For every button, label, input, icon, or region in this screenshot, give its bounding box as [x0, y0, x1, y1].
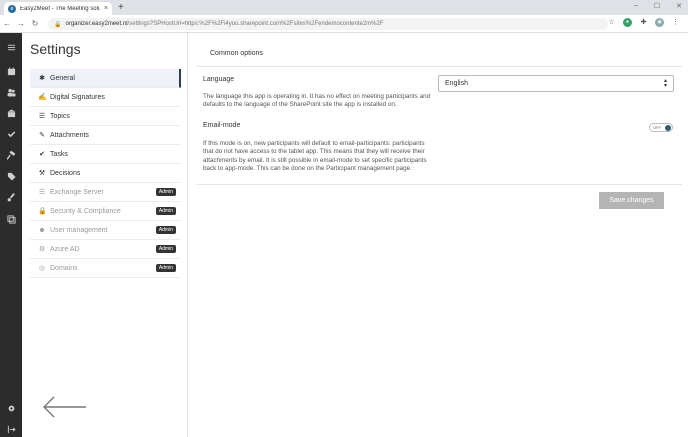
lock-icon: 🔒 — [38, 208, 47, 215]
email-mode-toggle[interactable]: OFF — [649, 123, 673, 132]
signature-icon: ✍ — [38, 94, 47, 101]
toggle-knob — [665, 125, 671, 131]
cogs-icon: ⚙ — [38, 246, 46, 253]
minimize-icon[interactable]: – — [634, 2, 638, 10]
sidebar-item-topics[interactable]: ☰ Topics — [30, 107, 181, 126]
back-arrow-icon[interactable] — [40, 393, 88, 421]
menu-icon[interactable] — [0, 39, 22, 55]
tab-common-options[interactable]: Common options — [210, 50, 263, 57]
tab-title: Easy2Meet - The Meeting soluti — [20, 5, 100, 12]
hammer-icon[interactable] — [0, 147, 22, 163]
check-icon[interactable] — [0, 126, 22, 142]
copy-icon[interactable] — [0, 211, 22, 227]
check-icon: ✔ — [39, 151, 45, 158]
language-select[interactable]: English ▴ ▾ — [438, 75, 674, 92]
close-tab-icon[interactable]: × — [104, 5, 108, 12]
admin-badge: Admin — [155, 188, 176, 196]
sidebar-item-exchange-server[interactable]: ☰ Exchange Server Admin — [30, 183, 181, 202]
sidebar-item-tasks[interactable]: ✔ Tasks — [30, 145, 181, 164]
admin-badge: Admin — [155, 245, 176, 253]
browser-tab[interactable]: e Easy2Meet - The Meeting soluti × — [4, 2, 112, 15]
sidebar-item-label: Topics — [50, 112, 70, 120]
divider — [197, 184, 682, 185]
window-controls: – ☐ ✕ — [634, 2, 682, 10]
sidebar-item-security-compliance[interactable]: 🔒 Security & Compliance Admin — [30, 202, 181, 221]
toggle-state-label: OFF — [653, 125, 661, 130]
sidebar-item-label: Security & Compliance — [50, 207, 121, 215]
sidebar-item-label: Tasks — [50, 150, 68, 158]
globe-icon: ◎ — [38, 265, 46, 272]
sidebar-item-attachments[interactable]: ✎ Attachments — [30, 126, 181, 145]
reload-icon[interactable]: ↻ — [28, 19, 42, 28]
list-icon: ☰ — [38, 113, 46, 120]
sidebar-item-domains[interactable]: ◎ Domains Admin — [30, 259, 181, 278]
page-title: Settings — [30, 41, 81, 57]
people-icon[interactable] — [0, 84, 22, 100]
sidebar-item-label: Exchange Server — [50, 188, 104, 196]
sidebar-item-digital-signatures[interactable]: ✍ Digital Signatures — [30, 88, 181, 107]
tag-icon[interactable] — [0, 168, 22, 184]
email-mode-description: If this mode is on, new participants wil… — [203, 140, 427, 172]
app-favicon-icon: e — [8, 4, 16, 13]
brush-icon[interactable] — [0, 189, 22, 205]
language-selected-value: English — [445, 80, 468, 87]
sidebar-item-general[interactable]: ✱ General — [30, 69, 181, 88]
settings-menu: ✱ General ✍ Digital Signatures ☰ Topics … — [30, 69, 181, 278]
select-caret-icon: ▴ ▾ — [663, 78, 667, 89]
admin-badge: Admin — [155, 264, 176, 272]
profile-avatar[interactable]: ◉ — [655, 18, 664, 27]
browser-menu-icon[interactable]: ⋮ — [671, 18, 680, 27]
divider — [197, 66, 682, 67]
sidebar-item-label: General — [50, 74, 75, 82]
forward-nav-icon[interactable]: → — [14, 19, 28, 28]
language-title: Language — [203, 76, 235, 83]
sidebar-item-decisions[interactable]: ⚒ Decisions — [30, 164, 181, 183]
users-icon: ☻ — [38, 226, 46, 234]
lock-icon: 🔒 — [54, 21, 62, 28]
building-icon[interactable] — [0, 105, 22, 121]
gavel-icon: ⚒ — [38, 170, 46, 177]
sidebar-item-label: Digital Signatures — [50, 93, 105, 101]
logout-icon[interactable] — [0, 421, 22, 437]
bookmark-star-icon[interactable]: ☆ — [607, 18, 616, 27]
url-text: organizer.easy2meet.nl/settings?SPHostUr… — [65, 21, 384, 27]
settings-icon[interactable] — [0, 400, 22, 416]
sidebar-item-label: Domains — [50, 264, 78, 272]
sidebar-item-label: Azure AD — [50, 245, 80, 253]
server-icon: ☰ — [38, 189, 46, 196]
app-navigation-rail — [0, 33, 22, 437]
settings-content: Common options Language The language thi… — [189, 33, 688, 437]
sidebar-item-user-management[interactable]: ☻ User management Admin — [30, 221, 181, 240]
extensions-puzzle-icon[interactable]: ✚ — [639, 18, 648, 27]
close-window-icon[interactable]: ✕ — [676, 2, 682, 10]
extension-green-icon[interactable]: ● — [623, 18, 632, 27]
settings-sidebar: Settings ✱ General ✍ Digital Signatures … — [22, 33, 188, 437]
url-input[interactable]: 🔒 organizer.easy2meet.nl/settings?SPHost… — [48, 18, 608, 30]
gear-icon: ✱ — [39, 75, 45, 82]
sidebar-item-label: Attachments — [50, 131, 89, 139]
back-nav-icon[interactable]: ← — [0, 19, 14, 28]
calendar-icon[interactable] — [0, 63, 22, 79]
save-button[interactable]: Save changes — [599, 192, 664, 209]
email-mode-title: Email-mode — [203, 122, 241, 129]
extension-icons: ☆ ● ✚ ◉ ⋮ — [607, 18, 680, 27]
sidebar-item-label: User management — [50, 226, 108, 234]
new-tab-button[interactable]: + — [118, 2, 124, 14]
paperclip-icon: ✎ — [39, 132, 45, 139]
language-description: The language this app is operating in. I… — [203, 93, 431, 109]
sidebar-item-azure-ad[interactable]: ⚙ Azure AD Admin — [30, 240, 181, 259]
sidebar-item-label: Decisions — [50, 169, 81, 177]
browser-tab-bar: e Easy2Meet - The Meeting soluti × + – ☐… — [0, 0, 688, 15]
admin-badge: Admin — [155, 226, 176, 234]
maximize-icon[interactable]: ☐ — [654, 2, 660, 10]
admin-badge: Admin — [155, 207, 176, 215]
address-bar-row: ← → ↻ 🔒 organizer.easy2meet.nl/settings?… — [0, 15, 688, 33]
